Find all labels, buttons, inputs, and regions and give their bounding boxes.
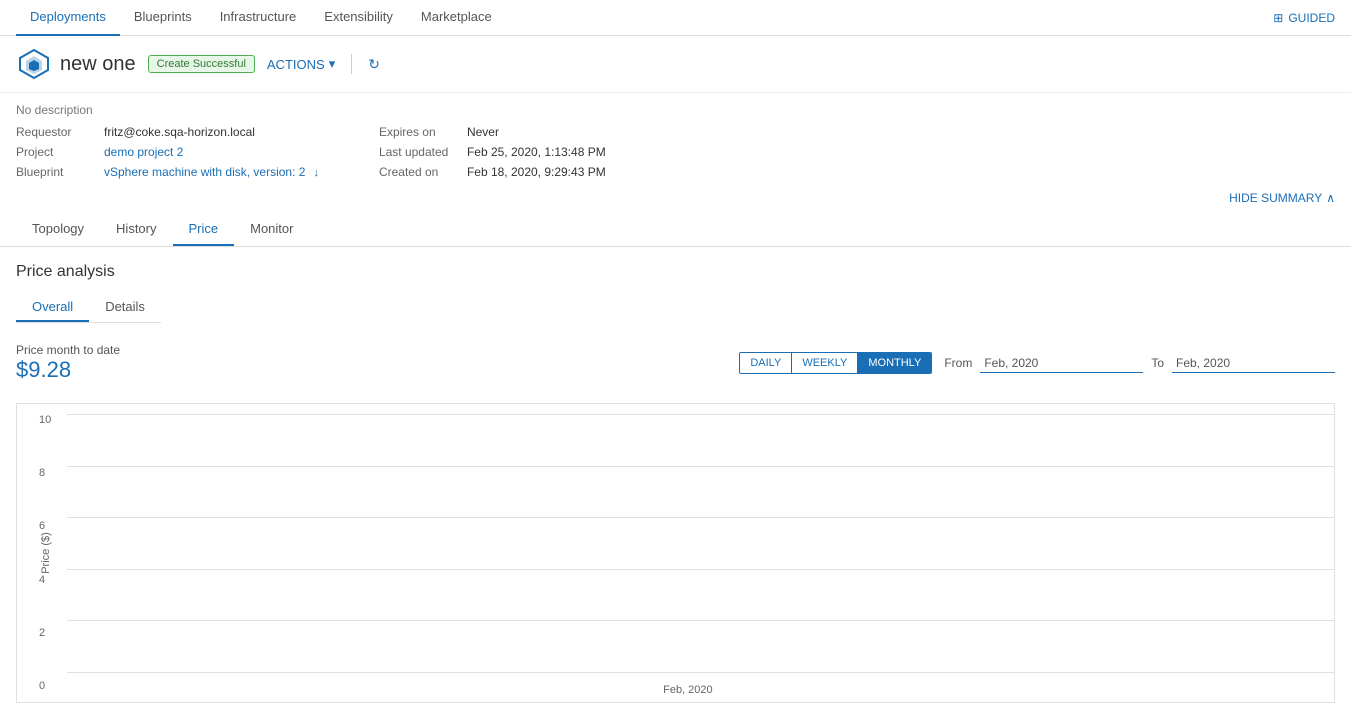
nav-tab-extensibility[interactable]: Extensibility [310, 0, 407, 36]
project-row: Project demo project 2 [16, 145, 319, 159]
no-description: No description [16, 103, 1335, 117]
price-mtd-value: $9.28 [16, 357, 120, 383]
summary-right-col: Expires on Never Last updated Feb 25, 20… [379, 125, 606, 179]
separator [351, 54, 352, 74]
y-label-4: 4 [39, 574, 51, 586]
y-label-6: 6 [39, 520, 51, 532]
requestor-label: Requestor [16, 125, 96, 139]
price-controls: Price month to date $9.28 DAILY WEEKLY M… [16, 343, 1335, 383]
created-row: Created on Feb 18, 2020, 9:29:43 PM [379, 165, 606, 179]
top-navigation: Deployments Blueprints Infrastructure Ex… [0, 0, 1351, 36]
blueprint-label: Blueprint [16, 165, 96, 179]
guided-icon: ⊞ [1273, 11, 1283, 25]
period-btn-monthly[interactable]: MONTHLY [858, 353, 931, 373]
create-successful-badge: Create Successful [148, 55, 255, 73]
tab-price[interactable]: Price [173, 213, 235, 246]
price-chart: Price ($) 10 8 6 4 2 0 [16, 403, 1335, 703]
grid-line-0 [67, 672, 1334, 673]
period-controls: DAILY WEEKLY MONTHLY From To [739, 352, 1335, 374]
main-tabs: Topology History Price Monitor [0, 213, 1351, 247]
created-label: Created on [379, 165, 459, 179]
summary-grid: Requestor fritz@coke.sqa-horizon.local P… [16, 125, 1335, 179]
price-sub-tabs: Overall Details [16, 293, 161, 323]
nav-tab-deployments[interactable]: Deployments [16, 0, 120, 36]
last-updated-value: Feb 25, 2020, 1:13:48 PM [467, 145, 606, 159]
period-buttons: DAILY WEEKLY MONTHLY [739, 352, 932, 374]
sub-tab-details[interactable]: Details [89, 293, 161, 322]
to-date-input[interactable] [1172, 354, 1335, 373]
blueprint-row: Blueprint vSphere machine with disk, ver… [16, 165, 319, 179]
download-icon: ↓ [313, 167, 319, 179]
from-label: From [944, 356, 972, 370]
y-label-0: 0 [39, 680, 51, 692]
created-value: Feb 18, 2020, 9:29:43 PM [467, 165, 606, 179]
y-axis: 10 8 6 4 2 0 [39, 414, 51, 692]
grid-line-6 [67, 517, 1334, 518]
summary-left-col: Requestor fritz@coke.sqa-horizon.local P… [16, 125, 319, 179]
summary-bottom: HIDE SUMMARY ∧ [0, 179, 1351, 209]
expires-row: Expires on Never [379, 125, 606, 139]
period-btn-weekly[interactable]: WEEKLY [792, 353, 858, 373]
chevron-up-icon: ∧ [1326, 191, 1335, 205]
chart-area [67, 414, 1334, 672]
tab-topology[interactable]: Topology [16, 213, 100, 246]
sub-tab-overall[interactable]: Overall [16, 293, 89, 322]
price-mtd-label: Price month to date [16, 343, 120, 357]
period-btn-daily[interactable]: DAILY [740, 353, 792, 373]
project-value[interactable]: demo project 2 [104, 145, 183, 159]
guided-button[interactable]: ⊞ GUIDED [1273, 11, 1335, 25]
actions-button[interactable]: ACTIONS ▾ [267, 56, 335, 72]
deployment-summary: No description Requestor fritz@coke.sqa-… [0, 93, 1351, 179]
tab-history[interactable]: History [100, 213, 172, 246]
hide-summary-button[interactable]: HIDE SUMMARY ∧ [1229, 191, 1335, 205]
page-header: new one Create Successful ACTIONS ▾ ↻ [0, 36, 1351, 93]
y-label-10: 10 [39, 414, 51, 426]
logo-icon [16, 46, 52, 82]
expires-value: Never [467, 125, 499, 139]
from-date-input[interactable] [980, 354, 1143, 373]
to-label: To [1151, 356, 1164, 370]
requestor-value: fritz@coke.sqa-horizon.local [104, 125, 255, 139]
refresh-button[interactable]: ↻ [368, 56, 380, 73]
price-analysis-title: Price analysis [16, 263, 161, 281]
date-range: From To [944, 354, 1335, 373]
x-axis-label-feb2020: Feb, 2020 [663, 684, 713, 696]
nav-tabs: Deployments Blueprints Infrastructure Ex… [16, 0, 506, 36]
last-updated-row: Last updated Feb 25, 2020, 1:13:48 PM [379, 145, 606, 159]
nav-tab-blueprints[interactable]: Blueprints [120, 0, 206, 36]
grid-line-8 [67, 466, 1334, 467]
nav-tab-infrastructure[interactable]: Infrastructure [206, 0, 311, 36]
grid-line-2 [67, 620, 1334, 621]
logo-text: new one [60, 53, 136, 76]
tab-monitor[interactable]: Monitor [234, 213, 309, 246]
last-updated-label: Last updated [379, 145, 459, 159]
grid-lines [67, 414, 1334, 672]
grid-line-10 [67, 414, 1334, 415]
expires-label: Expires on [379, 125, 459, 139]
chevron-down-icon: ▾ [329, 56, 336, 72]
main-content: Price analysis Overall Details Price mon… [0, 247, 1351, 719]
blueprint-value[interactable]: vSphere machine with disk, version: 2 [104, 165, 305, 179]
project-label: Project [16, 145, 96, 159]
nav-tab-marketplace[interactable]: Marketplace [407, 0, 506, 36]
price-month-to-date: Price month to date $9.28 [16, 343, 120, 383]
grid-line-4 [67, 569, 1334, 570]
requestor-row: Requestor fritz@coke.sqa-horizon.local [16, 125, 319, 139]
logo: new one [16, 46, 136, 82]
y-label-2: 2 [39, 627, 51, 639]
y-label-8: 8 [39, 467, 51, 479]
